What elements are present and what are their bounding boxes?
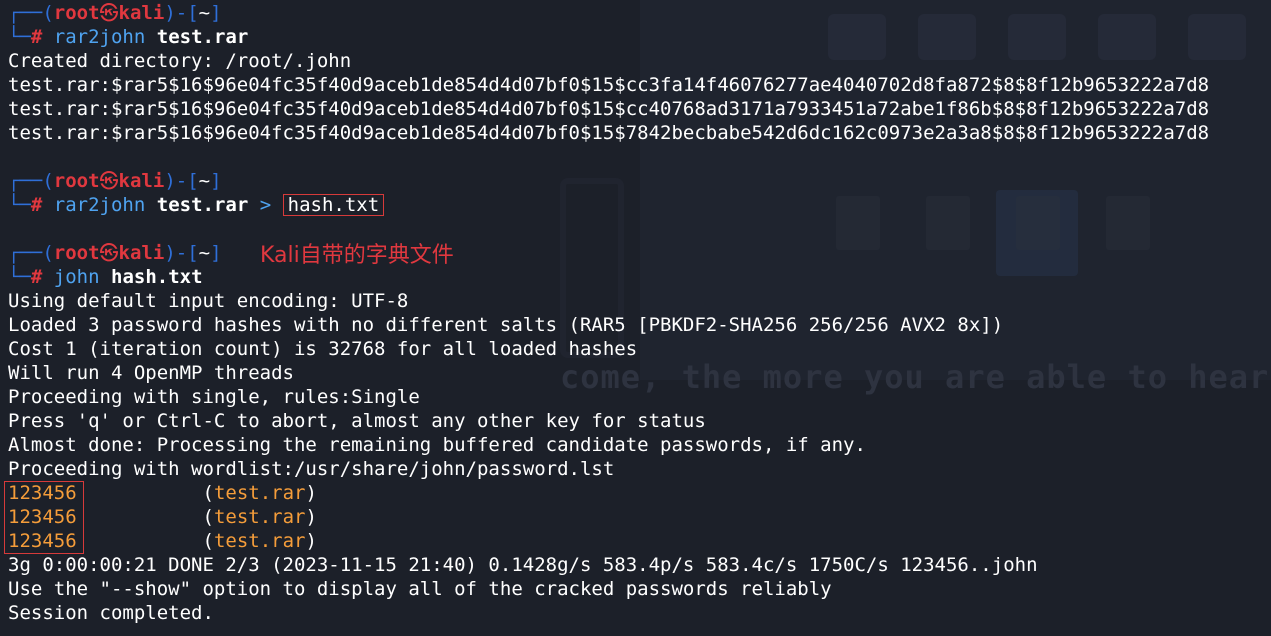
command-arg: test.rar [156,26,249,48]
cracked-password-line: 123456 (test.rar) [8,530,317,552]
command-name: rar2john [53,194,146,216]
cracked-password-line: 123456 (test.rar) [8,482,317,504]
output-line: Loaded 3 password hashes with no differe… [8,314,1004,336]
output-line: Created directory: /root/.john [8,50,352,72]
output-line: Proceeding with single, rules:Single [8,386,420,408]
output-line: Cost 1 (iteration count) is 32768 for al… [8,338,638,360]
output-line: Press 'q' or Ctrl-C to abort, almost any… [8,410,706,432]
output-line: Session completed. [8,602,214,624]
skull-icon: ㉿ [99,242,119,264]
cracked-password: 123456 [8,482,77,504]
hash-line: test.rar:$rar5$16$96e04fc35f40d9aceb1de8… [8,122,1210,144]
summary-line: 3g 0:00:00:21 DONE 2/3 (2023-11-15 21:40… [8,554,1038,576]
command-arg: hash.txt [111,266,203,288]
command-name: rar2john [53,26,146,48]
redirect-operator: > [259,194,272,216]
command-line: └─# rar2john test.rar > hash.txt [8,193,385,217]
skull-icon: ㉿ [99,170,119,192]
output-line: Almost done: Processing the remaining bu… [8,434,866,456]
hash-line: test.rar:$rar5$16$96e04fc35f40d9aceb1de8… [8,74,1210,96]
prompt-header: ┌──(root㉿kali)-[~] [8,242,222,264]
command-line: └─# john hash.txt [8,266,203,288]
highlighted-hash-file: hash.txt [282,194,385,216]
output-line: Proceeding with wordlist:/usr/share/john… [8,458,615,480]
command-arg: test.rar [156,194,249,216]
skull-icon: ㉿ [99,2,119,24]
cracked-password: 123456 [8,530,77,552]
hash-line: test.rar:$rar5$16$96e04fc35f40d9aceb1de8… [8,98,1210,120]
command-name: john [53,266,100,288]
cracked-password-line: 123456 (test.rar) [8,506,317,528]
terminal-window[interactable]: ┌──(root㉿kali)-[~] └─# rar2john test.rar… [0,0,1271,636]
output-line: Use the "--show" option to display all o… [8,578,832,600]
output-line: Using default input encoding: UTF-8 [8,290,409,312]
annotation-label: Kali自带的字典文件 [260,243,454,268]
prompt-header: ┌──(root㉿kali)-[~] [8,170,222,192]
prompt-header: ┌──(root㉿kali)-[~] [8,2,222,24]
cracked-password: 123456 [8,506,77,528]
output-line: Will run 4 OpenMP threads [8,362,294,384]
command-line: └─# rar2john test.rar [8,26,249,48]
